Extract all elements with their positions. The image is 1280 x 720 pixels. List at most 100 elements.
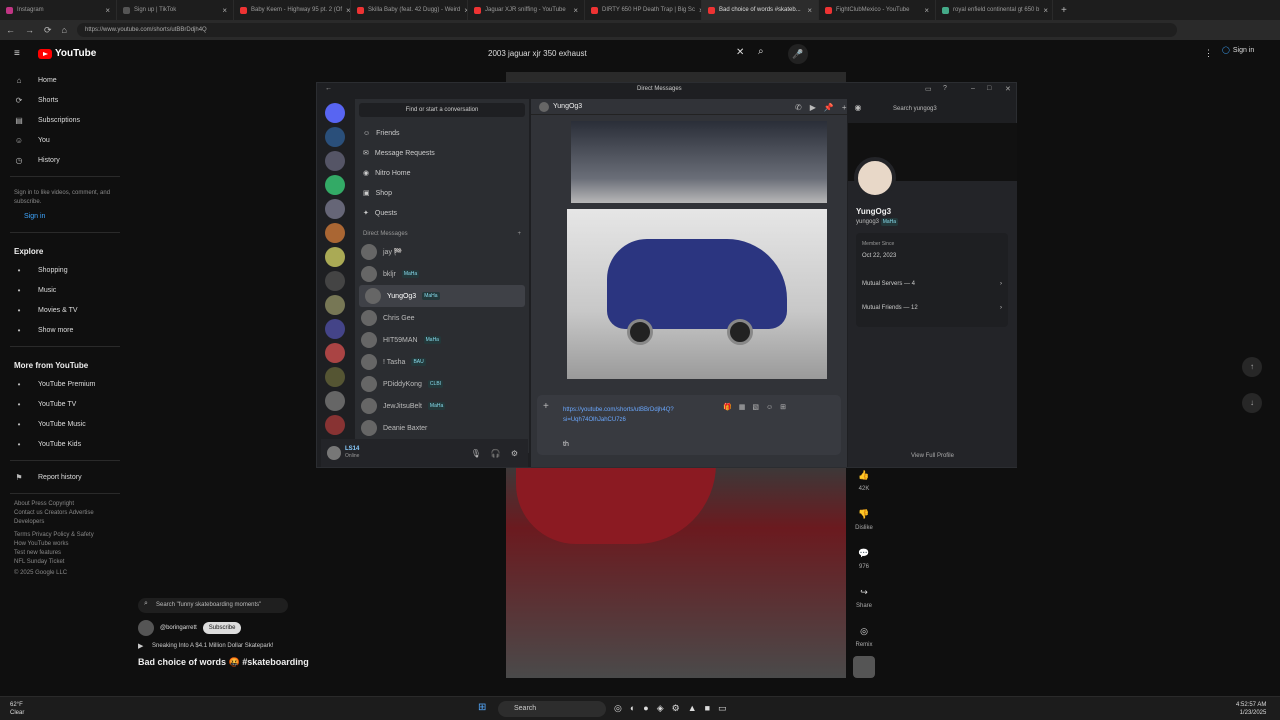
close-icon[interactable]: ✕ (1005, 85, 1011, 93)
video-icon[interactable]: ▶ (810, 103, 824, 112)
server-icon[interactable] (325, 415, 345, 435)
more-icon[interactable]: ⋮ (1204, 48, 1213, 59)
profile-icon[interactable]: ◉ (855, 103, 870, 112)
server-icon[interactable] (325, 103, 345, 123)
close-tab-icon[interactable]: × (105, 6, 110, 15)
emoji-icon[interactable]: ☺ (766, 404, 780, 411)
subscribe-button[interactable]: Subscribe (202, 622, 242, 634)
server-icon[interactable] (325, 391, 345, 411)
action-1[interactable]: 👎 Dislike (853, 505, 875, 531)
add-dm-icon[interactable]: + (517, 231, 521, 237)
close-tab-icon[interactable]: × (573, 6, 578, 15)
browser-tab[interactable]: DIRTY 650 HP Death Trap | Big Sc× (585, 0, 702, 20)
edge-icon[interactable]: ◐ (630, 703, 643, 713)
dm-item[interactable]: ! Tasha BAU (355, 351, 529, 373)
gift-icon[interactable]: 🎁 (723, 404, 739, 411)
explorer-icon[interactable]: ▭ (718, 703, 735, 713)
clear-search-icon[interactable]: ✕ (736, 47, 744, 58)
sidebar-item[interactable]: • YouTube Music (0, 414, 130, 434)
dm-search-input[interactable]: Search yungog3 (889, 103, 1014, 116)
dm-item[interactable]: YungOg3 MaHa (359, 285, 525, 307)
search-icon[interactable]: ⌕ (758, 46, 764, 57)
attachment-image-2[interactable] (567, 209, 827, 379)
reload-icon[interactable]: ⟳ (44, 25, 52, 36)
close-tab-icon[interactable]: × (1043, 6, 1048, 15)
add-friend-icon[interactable]: + (842, 103, 855, 112)
server-icon[interactable] (325, 199, 345, 219)
dm-item[interactable]: jay 🏁 (355, 241, 529, 263)
weather-widget[interactable]: 62°F Clear (10, 701, 24, 717)
chrome-icon[interactable]: ◎ (614, 703, 630, 713)
video-search-input[interactable]: Search "funny skateboarding moments" (138, 598, 288, 613)
mutual-servers[interactable]: Mutual Servers — 4 › (862, 281, 1002, 287)
browser-tab[interactable]: Jaguar XJR sniffing - YouTube × (468, 0, 585, 20)
server-icon[interactable] (325, 319, 345, 339)
dm-item[interactable]: HIT59MAN MaHa (355, 329, 529, 351)
browser-tab[interactable]: Baby Keem - Highway 95 pt. 2 (Of × (234, 0, 351, 20)
add-attachment-icon[interactable]: + (543, 401, 549, 412)
channel-name[interactable]: @boringarrett (160, 625, 197, 631)
new-tab-icon[interactable]: + (1053, 5, 1075, 16)
prev-video-button[interactable]: ↑ (1242, 357, 1262, 377)
server-icon[interactable] (325, 247, 345, 267)
dm-item[interactable]: Deanie Baxter (355, 417, 529, 439)
sidebar-item[interactable]: • YouTube Kids (0, 434, 130, 454)
action-4[interactable]: ◎ Remix (853, 622, 875, 648)
maximize-icon[interactable]: □ (987, 85, 991, 92)
headphones-icon[interactable]: 🎧 (491, 449, 511, 458)
server-icon[interactable] (325, 367, 345, 387)
mic-icon[interactable]: 🎙 (471, 449, 491, 458)
sidebar-item[interactable]: • YouTube TV (0, 394, 130, 414)
browser-tab[interactable]: royal enfield continental gt 650 b × (936, 0, 1053, 20)
dm-nav-item[interactable]: ◉ Nitro Home (355, 163, 529, 183)
find-conversation-input[interactable]: Find or start a conversation (359, 103, 525, 117)
dm-nav-item[interactable]: ☺ Friends (355, 123, 529, 143)
close-tab-icon[interactable]: × (222, 6, 227, 15)
sidebar-item[interactable]: ◷ History (0, 150, 130, 170)
attachment-image-1[interactable] (571, 121, 827, 203)
profile-avatar[interactable] (854, 157, 896, 199)
dm-nav-item[interactable]: ✦ Quests (355, 203, 529, 223)
mutual-friends[interactable]: Mutual Friends — 12 › (862, 305, 1002, 311)
server-icon[interactable] (325, 127, 345, 147)
pin-icon[interactable]: 📌 (824, 103, 842, 112)
settings-icon[interactable]: ⚙ (511, 449, 528, 458)
taskbar-search[interactable]: Search (498, 701, 606, 717)
server-icon[interactable] (325, 271, 345, 291)
back-icon[interactable]: ← (6, 25, 15, 35)
action-2[interactable]: 💬 976 (853, 544, 875, 570)
sound-thumb[interactable] (853, 656, 875, 678)
sidebar-item[interactable]: • Shopping (0, 260, 130, 280)
sidebar-item[interactable]: ⟳ Shorts (0, 90, 130, 110)
sidebar-item[interactable]: ▤ Subscriptions (0, 110, 130, 130)
mic-icon[interactable]: 🎤 (788, 44, 808, 64)
sidebar-item[interactable]: ☺ You (0, 130, 130, 150)
browser-tab[interactable]: Instagram × (0, 0, 117, 20)
browser-tab[interactable]: Bad choice of words #skateb... × (702, 0, 819, 20)
call-icon[interactable]: ✆ (795, 103, 810, 112)
sidebar-signin-button[interactable]: Sign in (0, 207, 130, 226)
action-3[interactable]: ↪ Share (853, 583, 875, 609)
clock[interactable]: 4:52:57 AM 1/23/2025 (1236, 701, 1266, 717)
sidebar-item[interactable]: ⌂ Home (0, 70, 130, 90)
server-icon[interactable] (325, 295, 345, 315)
url-input[interactable]: https://www.youtube.com/shorts/utBBrDdjh… (76, 23, 1177, 37)
sticker-icon[interactable]: ▧ (752, 404, 766, 411)
gif-icon[interactable]: ▦ (739, 404, 753, 411)
dm-nav-item[interactable]: ✉ Message Requests (355, 143, 529, 163)
close-tab-icon[interactable]: × (807, 6, 812, 15)
spotify-icon[interactable]: ● (643, 703, 656, 713)
dm-nav-item[interactable]: ▣ Shop (355, 183, 529, 203)
view-full-profile[interactable]: View Full Profile (848, 453, 1017, 459)
sidebar-item[interactable]: • YouTube Premium (0, 374, 130, 394)
help-icon[interactable]: ? (943, 85, 947, 92)
settings-icon[interactable]: ⚙ (672, 703, 688, 713)
start-icon[interactable]: ⊞ (478, 702, 486, 713)
home-icon[interactable]: ⌂ (62, 25, 67, 35)
server-icon[interactable] (325, 343, 345, 363)
back-icon[interactable]: ← (325, 85, 332, 92)
sidebar-item[interactable]: • Movies & TV (0, 300, 130, 320)
message-composer[interactable]: + https://youtube.com/shorts/utBBrDdjh4Q… (537, 395, 841, 455)
next-video-button[interactable]: ↓ (1242, 393, 1262, 413)
menu-icon[interactable]: ≡ (14, 48, 20, 59)
